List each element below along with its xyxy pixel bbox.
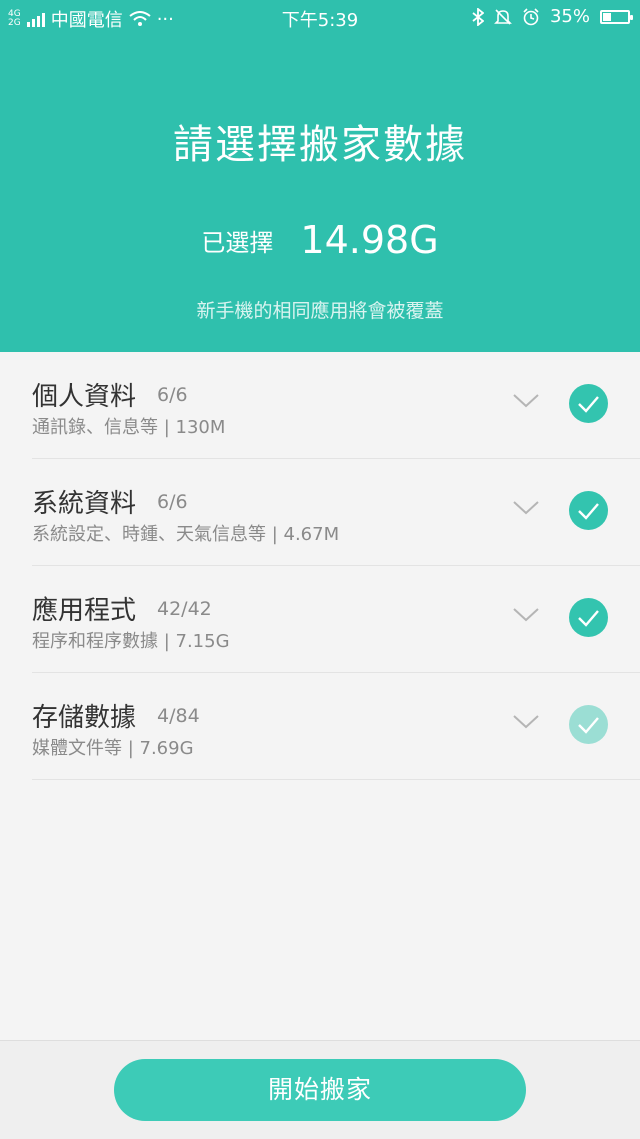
- page-title: 請選擇搬家數據: [173, 122, 467, 168]
- checkbox-checked[interactable]: [569, 491, 608, 530]
- start-migration-button[interactable]: 開始搬家: [114, 1059, 526, 1121]
- category-detail: 程序和程序數據 | 7.15G: [32, 631, 230, 652]
- header: 4G 2G 中國電信 ··· 下午5:39 35% 請選擇搬家數據 已選擇 14…: [0, 0, 640, 352]
- status-bar: 4G 2G 中國電信 ··· 下午5:39 35%: [0, 0, 640, 34]
- category-count: 6/6: [157, 491, 188, 513]
- category-row-storage[interactable]: 存儲數據 4/84 媒體文件等 | 7.69G: [0, 673, 640, 780]
- category-detail: 通訊錄、信息等 | 130M: [32, 417, 226, 438]
- selected-size: 14.98G: [300, 218, 439, 262]
- battery-percent: 35%: [549, 6, 590, 27]
- category-row-system[interactable]: 系統資料 6/6 系統設定、時鍾、天氣信息等 | 4.67M: [0, 459, 640, 566]
- category-row-personal[interactable]: 個人資料 6/6 通訊錄、信息等 | 130M: [0, 352, 640, 459]
- check-icon: [578, 503, 599, 520]
- selected-label: 已選擇: [201, 228, 274, 257]
- selected-summary: 已選擇 14.98G: [0, 218, 640, 262]
- category-count: 42/42: [157, 598, 212, 620]
- chevron-down-icon[interactable]: [511, 390, 541, 410]
- checkbox-checked[interactable]: [569, 384, 608, 423]
- divider: [32, 779, 640, 780]
- bluetooth-icon: [472, 7, 484, 26]
- check-icon: [578, 610, 599, 627]
- chevron-down-icon[interactable]: [511, 604, 541, 624]
- category-detail: 系統設定、時鍾、天氣信息等 | 4.67M: [32, 524, 340, 545]
- chevron-down-icon[interactable]: [511, 711, 541, 731]
- chevron-down-icon[interactable]: [511, 497, 541, 517]
- category-name: 系統資料: [32, 489, 137, 519]
- check-icon: [578, 396, 599, 413]
- battery-level-fill: [603, 12, 612, 21]
- check-icon: [578, 717, 599, 734]
- category-list: 個人資料 6/6 通訊錄、信息等 | 130M 系統資料 6/6 系統設定、時鍾…: [0, 352, 640, 780]
- overwrite-note: 新手機的相同應用將會被覆蓋: [196, 300, 444, 322]
- category-name: 個人資料: [32, 382, 137, 412]
- battery-icon: [600, 9, 633, 24]
- alarm-icon: [523, 7, 539, 25]
- category-count: 6/6: [157, 384, 188, 406]
- category-row-apps[interactable]: 應用程式 42/42 程序和程序數據 | 7.15G: [0, 566, 640, 673]
- checkbox-partial[interactable]: [569, 705, 608, 744]
- category-count: 4/84: [157, 705, 200, 727]
- mute-icon: [494, 8, 512, 25]
- checkbox-checked[interactable]: [569, 598, 608, 637]
- category-name: 應用程式: [32, 596, 137, 626]
- category-name: 存儲數據: [32, 703, 137, 733]
- category-detail: 媒體文件等 | 7.69G: [32, 738, 194, 759]
- bottom-bar: 開始搬家: [0, 1040, 640, 1139]
